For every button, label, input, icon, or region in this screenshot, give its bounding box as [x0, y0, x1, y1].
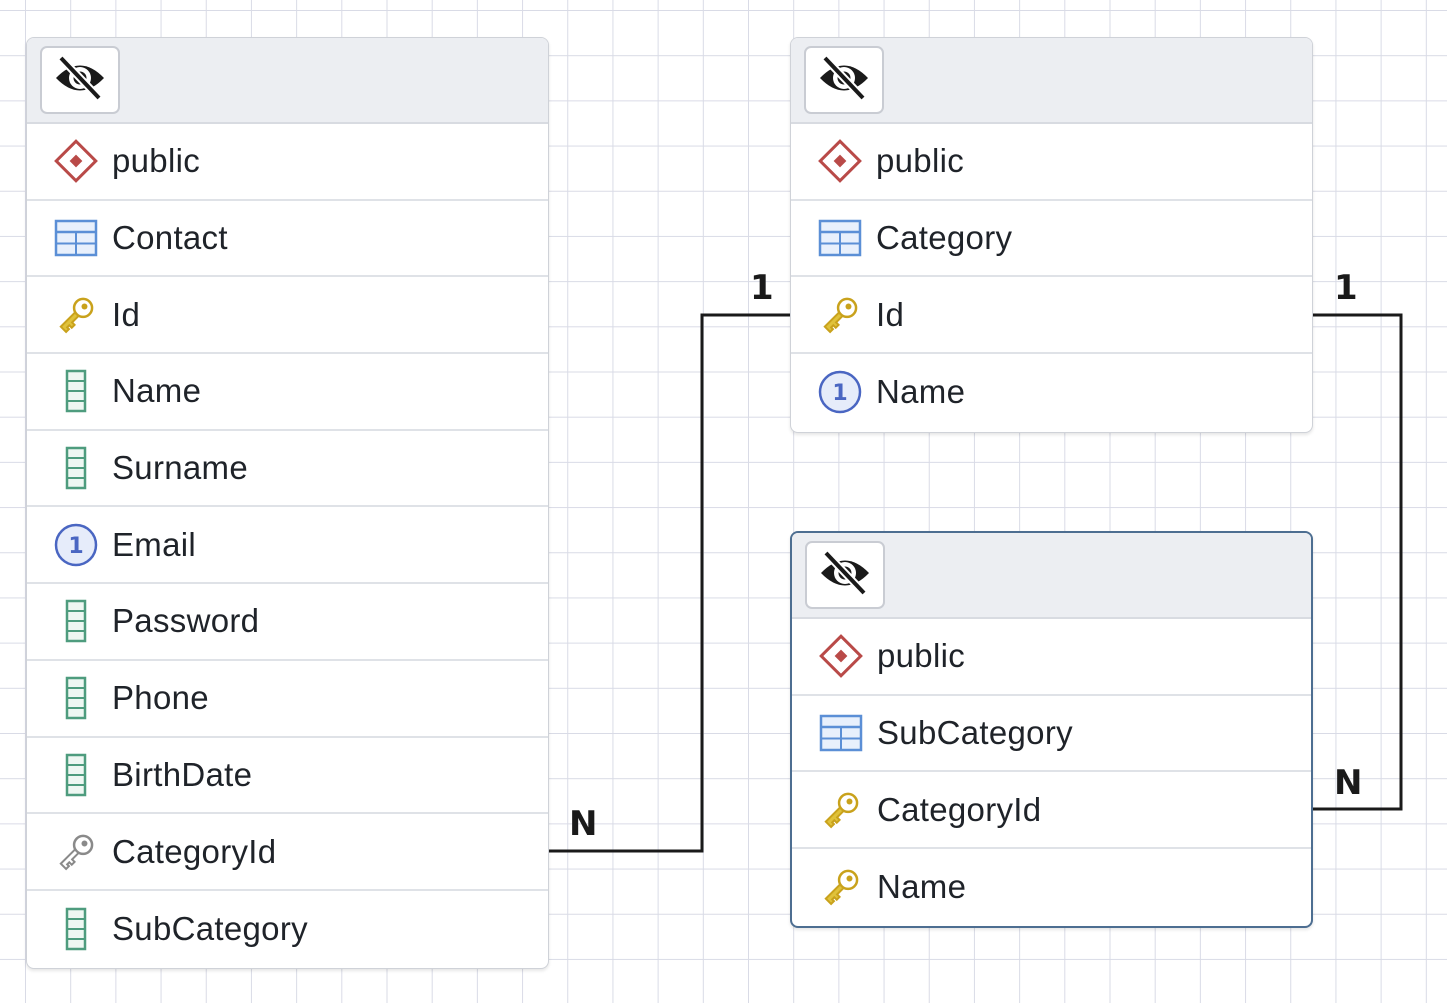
row-label: SubCategory — [112, 910, 308, 948]
row-label: public — [877, 637, 966, 675]
row-label: Contact — [112, 219, 228, 257]
cardinality-n-contact: N — [569, 804, 598, 844]
svg-text:1: 1 — [68, 534, 83, 559]
table-card-category[interactable]: public Category Id 1 Name — [790, 37, 1313, 433]
table-row[interactable]: Category — [791, 201, 1312, 278]
row-label: Password — [112, 602, 260, 640]
cardinality-1-category-left: 1 — [750, 268, 774, 308]
toggle-visibility-button[interactable] — [804, 46, 884, 114]
column-icon — [52, 367, 100, 415]
table-row[interactable]: Password — [27, 584, 548, 661]
cardinality-n-subcategory: N — [1334, 763, 1363, 803]
row-label: Category — [876, 219, 1013, 257]
column-icon — [52, 597, 100, 645]
svg-text:1: 1 — [832, 381, 847, 406]
relation-subcategory-category[interactable] — [1313, 313, 1403, 811]
table-card-contact[interactable]: public Contact Id Name Surname 1 Email P… — [26, 37, 549, 969]
foreign-key-icon — [52, 828, 100, 876]
column-icon — [52, 674, 100, 722]
table-row[interactable]: BirthDate — [27, 738, 548, 815]
table-row[interactable]: public — [791, 124, 1312, 201]
table-icon — [52, 214, 100, 262]
table-row[interactable]: CategoryId — [27, 814, 548, 891]
row-label: Phone — [112, 679, 209, 717]
row-label: Name — [876, 373, 966, 411]
table-row[interactable]: public — [792, 619, 1311, 696]
row-label: public — [112, 142, 201, 180]
primary-key-icon — [816, 291, 864, 339]
cardinality-1-category-right: 1 — [1334, 268, 1358, 308]
row-label: Id — [112, 295, 141, 333]
row-label: Name — [877, 868, 967, 906]
table-row[interactable]: Id — [791, 277, 1312, 355]
table-icon — [816, 214, 864, 262]
eye-off-icon — [818, 549, 872, 601]
row-label: Name — [112, 372, 202, 410]
table-row[interactable]: SubCategory — [27, 891, 548, 968]
table-row[interactable]: Name — [792, 849, 1311, 926]
table-row[interactable]: CategoryId — [792, 772, 1311, 850]
row-label: SubCategory — [877, 714, 1073, 752]
column-icon — [52, 444, 100, 492]
column-icon — [52, 751, 100, 799]
table-row[interactable]: public — [27, 124, 548, 201]
table-header — [27, 38, 548, 124]
schema-icon — [52, 137, 100, 185]
row-label: Surname — [112, 449, 249, 487]
table-row[interactable]: Contact — [27, 201, 548, 278]
primary-key-icon — [52, 291, 100, 339]
table-icon — [817, 709, 865, 757]
table-row[interactable]: 1 Name — [791, 354, 1312, 431]
table-row[interactable]: Id — [27, 277, 548, 355]
table-card-subcategory[interactable]: public SubCategory CategoryId Name — [790, 531, 1313, 928]
row-label: Id — [876, 295, 905, 333]
table-row[interactable]: SubCategory — [792, 696, 1311, 773]
primary-key-icon — [817, 786, 865, 834]
row-label: CategoryId — [877, 790, 1042, 828]
column-icon — [52, 905, 100, 953]
row-label: public — [876, 142, 965, 180]
toggle-visibility-button[interactable] — [805, 541, 885, 609]
schema-icon — [816, 137, 864, 185]
row-label: CategoryId — [112, 832, 277, 870]
table-row[interactable]: Name — [27, 354, 548, 431]
row-label: BirthDate — [112, 755, 253, 793]
table-header — [791, 38, 1312, 124]
row-label: Email — [112, 525, 197, 563]
eye-off-icon — [53, 54, 107, 106]
unique-icon: 1 — [52, 521, 100, 569]
table-row[interactable]: Surname — [27, 431, 548, 508]
table-header — [792, 533, 1311, 619]
table-row[interactable]: 1 Email — [27, 507, 548, 585]
eye-off-icon — [817, 54, 871, 106]
table-row[interactable]: Phone — [27, 661, 548, 738]
toggle-visibility-button[interactable] — [40, 46, 120, 114]
relation-contact-category[interactable] — [549, 313, 790, 853]
primary-key-icon — [817, 863, 865, 911]
unique-icon: 1 — [816, 368, 864, 416]
schema-icon — [817, 632, 865, 680]
